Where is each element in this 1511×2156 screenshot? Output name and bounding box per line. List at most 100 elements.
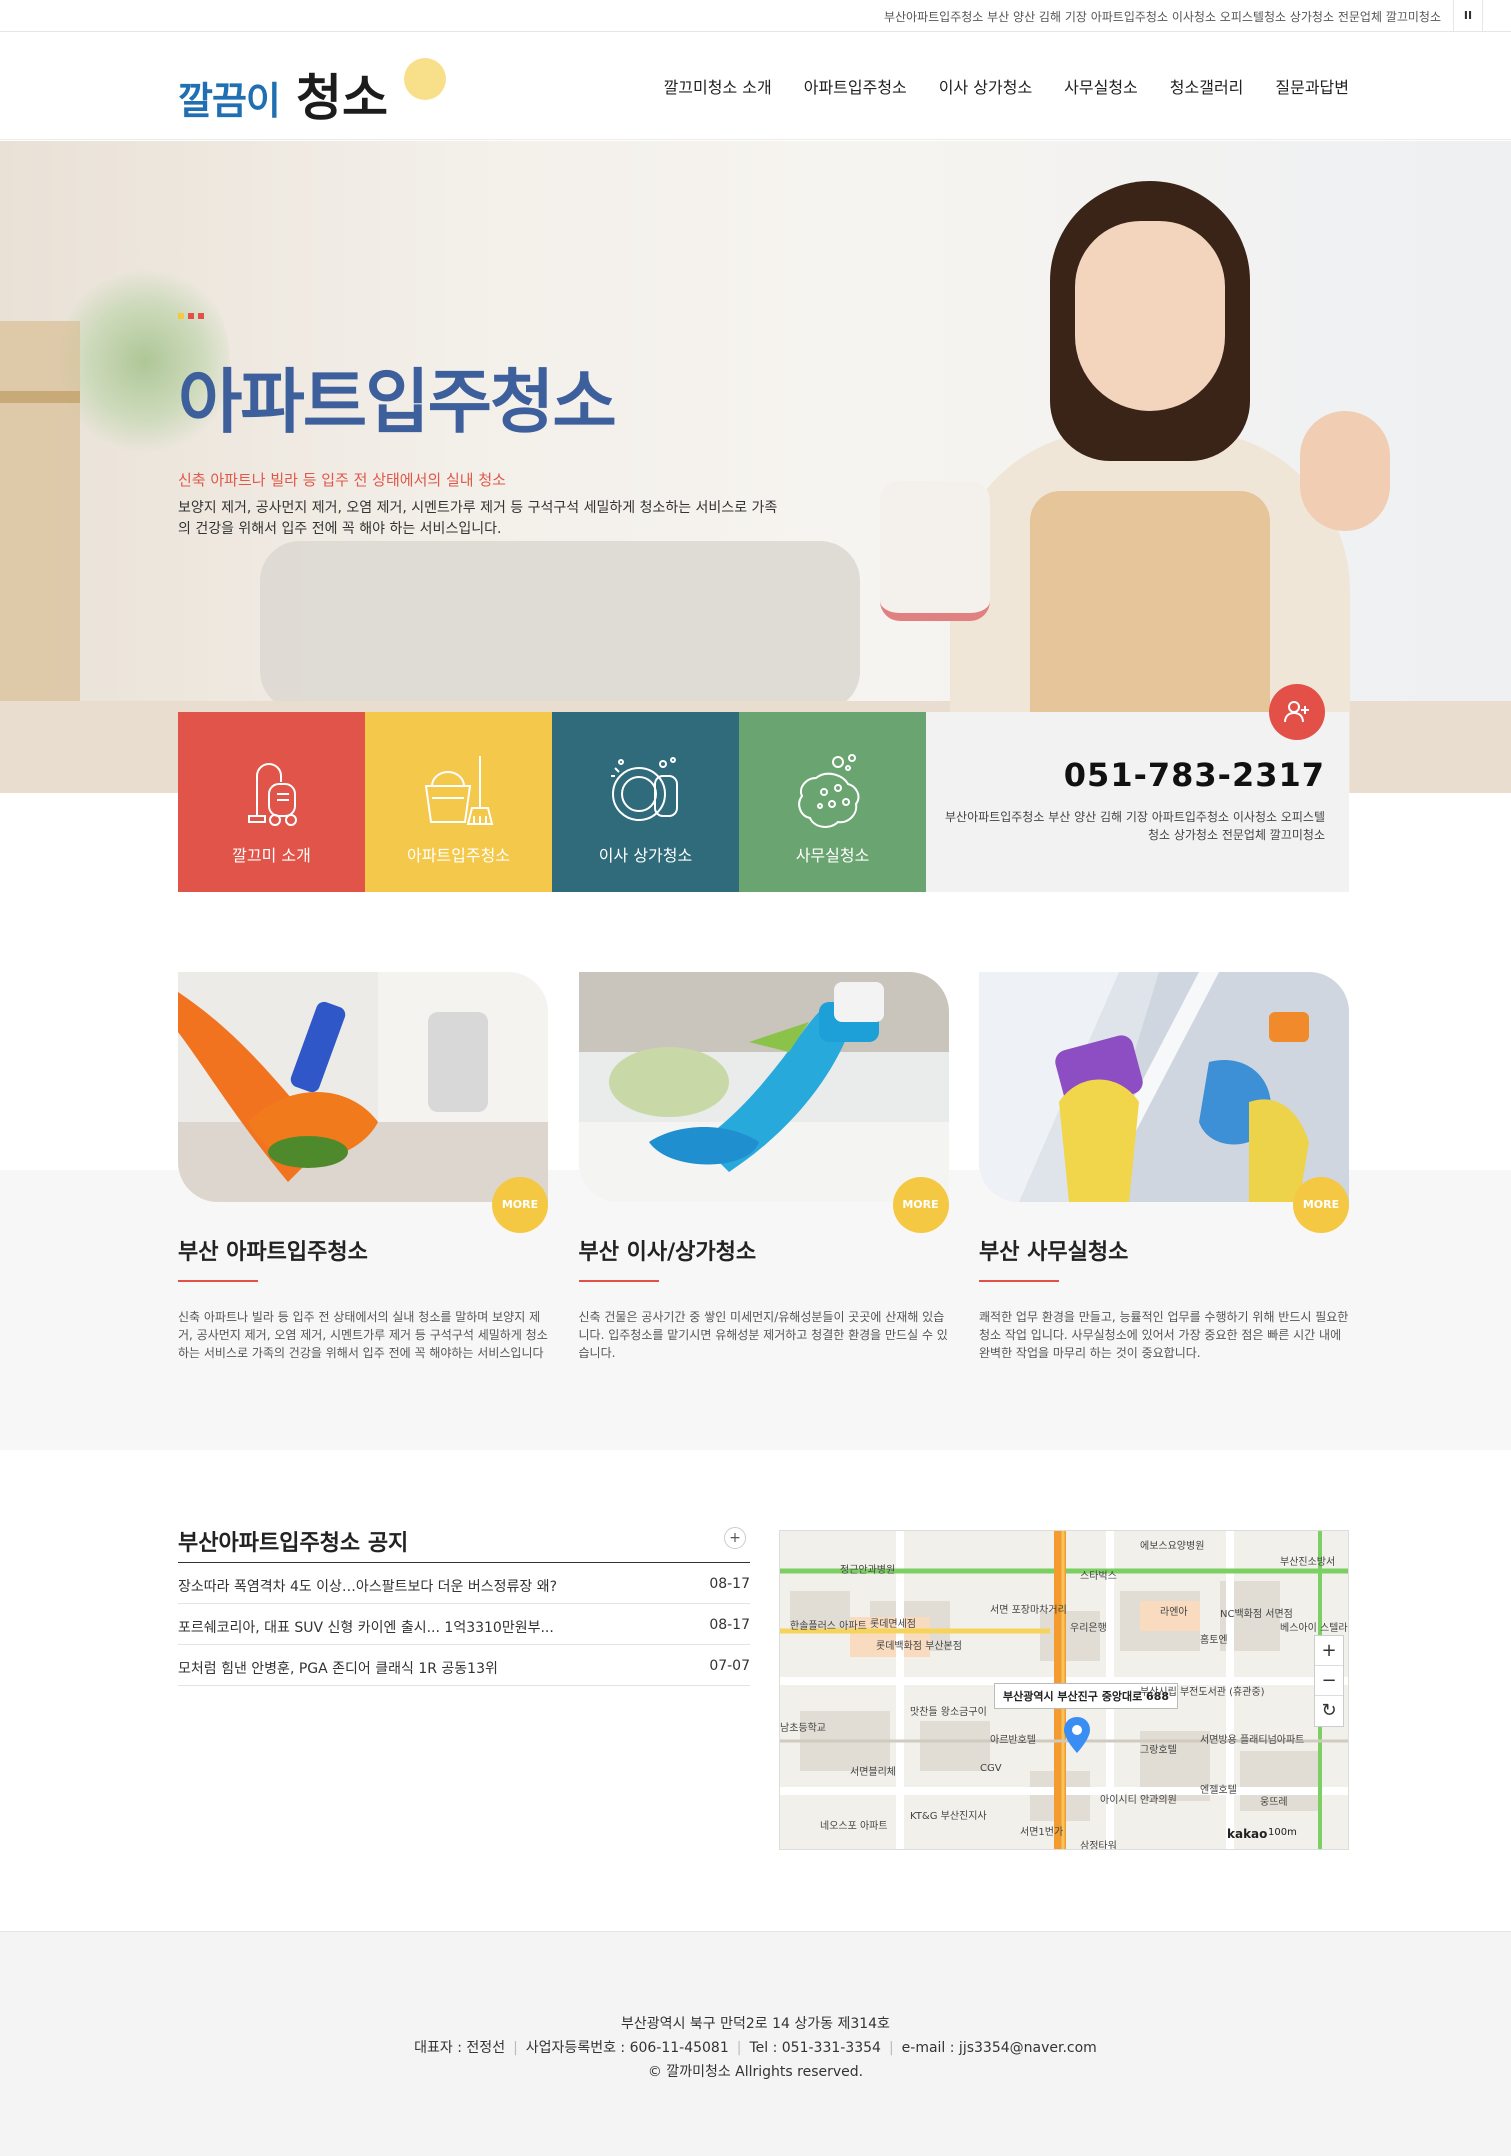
quick-link-apartment[interactable]: 아파트입주청소 xyxy=(365,712,552,892)
hero-person-face xyxy=(1075,221,1225,411)
notice-item-date: 08-17 xyxy=(709,1617,750,1633)
notice-item-date: 08-17 xyxy=(709,1576,750,1592)
map-place-label: 한솔플러스 아파트 xyxy=(790,1621,867,1632)
topbar-text: 부산아파트입주청소 부산 양산 김해 기장 아파트입주청소 이사청소 오피스텔청… xyxy=(883,10,1441,24)
quick-link-moving[interactable]: 이사 상가청소 xyxy=(552,712,739,892)
vacuum-icon xyxy=(247,763,297,826)
location-map[interactable]: 부산광역시 부산진구 중앙대로 688 + − ↻ kakao 100m 정근안… xyxy=(779,1530,1349,1850)
service-card: MORE 부산 사무실청소 쾌적한 업무 환경을 만들고, 능률적인 업무를 수… xyxy=(979,972,1349,1392)
map-place-label: 정근안과병원 xyxy=(840,1565,896,1576)
footer-biz-no: 사업자등록번호 : 606-11-45081 xyxy=(525,2040,729,2056)
notice-item-title[interactable]: 장소따라 폭염격차 4도 이상…아스팔트보다 더운 버스정류장 왜? xyxy=(178,1576,618,1596)
service-more-button[interactable]: MORE xyxy=(492,1177,548,1233)
map-marker-icon[interactable] xyxy=(1064,1717,1090,1753)
quick-link-about[interactable]: 깔끄미 소개 xyxy=(178,712,365,892)
nav-item-about[interactable]: 깔끄미청소 소개 xyxy=(664,74,772,98)
map-place-label: KT&G 부산진지사 xyxy=(910,1811,987,1822)
hero-person-ok-hand xyxy=(1300,411,1390,531)
notice-more-button[interactable]: + xyxy=(724,1527,746,1549)
map-place-label: 아르반호텔 xyxy=(990,1735,1036,1746)
main-nav: 깔끄미청소 소개 아파트입주청소 이사 상가청소 사무실청소 청소갤러리 질문과… xyxy=(664,74,1349,98)
quick-link-office[interactable]: 사무실청소 xyxy=(739,712,926,892)
footer-tel: Tel : 051-331-3354 xyxy=(749,2040,881,2056)
quick-links: 깔끄미 소개 아파트입주청소 이사 상가청소 사무실청소 051-783-231… xyxy=(178,684,1349,892)
quick-link-label: 아파트입주청소 xyxy=(406,846,511,865)
notice-item-title[interactable]: 포르쉐코리아, 대표 SUV 신형 카이엔 출시... 1억3310만원부... xyxy=(178,1617,618,1637)
nav-item-apartment-cleaning[interactable]: 아파트입주청소 xyxy=(804,74,907,98)
notice-item-date: 07-07 xyxy=(709,1658,750,1674)
map-place-label: 서면방용 플래티넘아파트 xyxy=(1200,1735,1305,1746)
footer-ceo: 대표자 : 전정선 xyxy=(414,2040,506,2056)
map-place-label: 그랑호텔 xyxy=(1140,1745,1177,1756)
map-place-label: 베스아이 스텔라 xyxy=(1280,1623,1348,1634)
footer-separator: | xyxy=(888,2040,894,2056)
service-image-apartment[interactable] xyxy=(178,972,548,1202)
plate-sponge-icon xyxy=(610,757,678,821)
nav-item-qna[interactable]: 질문과답변 xyxy=(1275,74,1349,98)
contact-phone[interactable]: 051-783-2317 xyxy=(1064,756,1325,794)
service-photo-kitchen-cleaning xyxy=(578,972,949,1202)
hero-bg-shelf-board xyxy=(0,391,80,403)
map-place-label: 롯데면세점 xyxy=(870,1619,916,1630)
logo-text-part1: 깔끔이 xyxy=(178,79,281,123)
service-image-moving[interactable] xyxy=(578,972,949,1202)
map-zoom-in-button[interactable]: + xyxy=(1315,1636,1343,1666)
map-place-label: 부산시립 부전도서관 (휴관중) xyxy=(1140,1687,1265,1698)
footer-email[interactable]: e-mail : jjs3354@naver.com xyxy=(902,2040,1097,2056)
map-place-label: 서면블리체 xyxy=(850,1767,896,1778)
service-card: MORE 부산 아파트입주청소 신축 아파트나 빌라 등 입주 전 상태에서의 … xyxy=(178,972,548,1392)
map-place-label: NC백화점 서면점 xyxy=(1220,1609,1293,1620)
top-bar: 부산아파트입주청소 부산 양산 김해 기장 아파트입주청소 이사청소 오피스텔청… xyxy=(0,0,1511,32)
pause-button[interactable]: II xyxy=(1453,0,1483,31)
footer-business-line: 대표자 : 전정선 | 사업자등록번호 : 606-11-45081 | Tel : 0… xyxy=(0,2036,1511,2060)
logo-circle xyxy=(404,58,446,100)
contact-description: 부산아파트입주청소 부산 양산 김해 기장 아파트입주청소 이사청소 오피스텔청… xyxy=(945,810,1325,842)
nav-item-gallery[interactable]: 청소갤러리 xyxy=(1170,74,1244,98)
notice-title[interactable]: 부산아파트입주청소 공지 xyxy=(178,1525,750,1557)
map-place-label: 서면 포장마차거리 xyxy=(990,1605,1067,1616)
service-title-underline xyxy=(979,1280,1059,1282)
notice-item[interactable]: 포르쉐코리아, 대표 SUV 신형 카이엔 출시... 1억3310만원부...… xyxy=(178,1604,750,1645)
notice-item[interactable]: 모처럼 힘낸 안병훈, PGA 존디어 클래식 1R 공동13위 07-07 xyxy=(178,1645,750,1686)
hero-description: 보양지 제거, 공사먼지 제거, 오염 제거, 시멘트가루 제거 등 구석구석 … xyxy=(178,500,778,537)
nav-item-office-cleaning[interactable]: 사무실청소 xyxy=(1064,74,1138,98)
service-more-button[interactable]: MORE xyxy=(1293,1177,1349,1233)
footer-copyright: © 깔까미청소 Allrights reserved. xyxy=(647,2064,864,2080)
map-reset-button[interactable]: ↻ xyxy=(1315,1696,1343,1726)
service-description: 쾌적한 업무 환경을 만들고, 능률적인 업무를 수행하기 위해 반드시 필요한… xyxy=(979,1310,1349,1360)
map-place-label: 에보스요양병원 xyxy=(1140,1541,1205,1552)
service-card: MORE 부산 이사/상가청소 신축 건물은 공사기간 중 쌓인 미세먼지/유해… xyxy=(578,972,949,1392)
service-description: 신축 건물은 공사기간 중 쌓인 미세먼지/유해성분들이 곳곳에 산재해 있습니… xyxy=(578,1310,948,1360)
quick-link-label: 이사 상가청소 xyxy=(598,846,693,865)
map-place-label: CGV xyxy=(980,1763,1002,1774)
service-title-underline xyxy=(578,1280,659,1282)
hero-person-image xyxy=(880,161,1400,793)
site-header: 깔끔이 청소 깔끄미청소 소개 아파트입주청소 이사 상가청소 사무실청소 청소… xyxy=(0,32,1511,140)
map-place-label: 맛찬들 왕소금구이 xyxy=(910,1707,987,1718)
map-place-label: 서면1번가 xyxy=(1020,1827,1064,1838)
notice-item[interactable]: 장소따라 폭염격차 4도 이상…아스팔트보다 더운 버스정류장 왜? 08-17 xyxy=(178,1563,750,1604)
map-place-label: 아이시티 안과의원 xyxy=(1100,1795,1177,1806)
contact-box: 051-783-2317 부산아파트입주청소 부산 양산 김해 기장 아파트입주… xyxy=(926,684,1349,892)
service-title[interactable]: 부산 이사/상가청소 xyxy=(579,1234,949,1266)
hero-deco-dots xyxy=(178,313,204,319)
service-title[interactable]: 부산 사무실청소 xyxy=(979,1234,1349,1266)
map-place-label: 부산진소방서 xyxy=(1280,1557,1336,1568)
site-footer: 부산광역시 북구 만덕2로 14 상가동 제314호 대표자 : 전정선 | 사업자… xyxy=(0,1931,1511,2156)
nav-item-moving-cleaning[interactable]: 이사 상가청소 xyxy=(939,74,1032,98)
add-user-icon xyxy=(1284,701,1309,723)
map-place-label: 롯데백화점 부산본점 xyxy=(876,1641,962,1652)
service-more-button[interactable]: MORE xyxy=(892,1177,949,1233)
hero-title: 아파트입주청소 xyxy=(178,361,617,443)
hero-person-towel xyxy=(880,481,990,621)
notice-item-title[interactable]: 모처럼 힘낸 안병훈, PGA 존디어 클래식 1R 공동13위 xyxy=(178,1658,618,1678)
service-title[interactable]: 부산 아파트입주청소 xyxy=(178,1234,548,1266)
services-section: MORE 부산 아파트입주청소 신축 아파트나 빌라 등 입주 전 상태에서의 … xyxy=(178,972,1349,1392)
sponge-bubbles-icon xyxy=(797,754,859,828)
map-zoom-out-button[interactable]: − xyxy=(1315,1666,1343,1696)
add-user-button[interactable] xyxy=(1269,684,1325,740)
hero-bg-sofa xyxy=(260,541,860,711)
bucket-mop-icon xyxy=(424,756,493,825)
map-place-label: 우리은행 xyxy=(1070,1623,1107,1634)
service-image-office[interactable] xyxy=(979,972,1349,1202)
